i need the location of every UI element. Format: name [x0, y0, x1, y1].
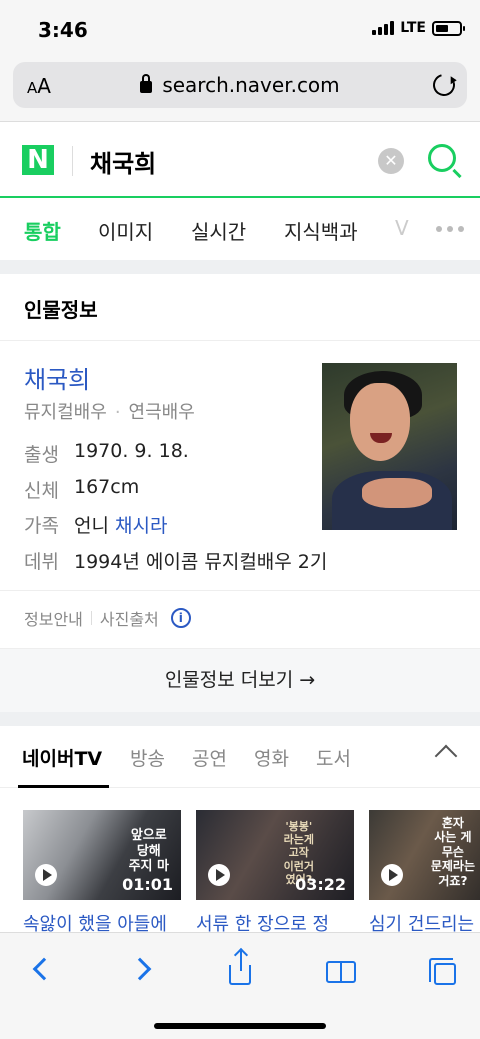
back-icon[interactable]	[26, 955, 56, 985]
family-relation: 언니	[74, 515, 109, 537]
active-tab-indicator	[18, 785, 109, 788]
status-bar: 3:46 LTE	[0, 0, 480, 58]
tab-naver-tv[interactable]: 네이버TV	[22, 744, 102, 771]
person-photo[interactable]	[322, 363, 457, 530]
family-name-link[interactable]: 채시라	[115, 511, 167, 538]
video-thumbnail[interactable]: 혼자 사는 게 무슨 문제라는 거죠? 0	[369, 810, 480, 900]
video-thumbnail[interactable]: 앞으로 당해 주지 마 01:01	[23, 810, 181, 900]
search-tabs: 통합 이미지 실시간 지식백과 V	[0, 200, 480, 260]
more-tabs-icon[interactable]	[436, 226, 464, 232]
body-label: 신체	[24, 480, 59, 502]
person-occupations: 뮤지컬배우 · 연극배우	[24, 398, 195, 424]
birth-row: 출생 1970. 9. 18.	[24, 440, 189, 467]
tab-realtime[interactable]: 실시간	[191, 216, 246, 245]
tab-movie[interactable]: 영화	[254, 744, 289, 771]
lock-icon	[140, 74, 153, 93]
play-icon	[35, 864, 57, 886]
naver-search-bar: N 채국희 ✕	[0, 122, 480, 198]
tab-video[interactable]: V	[395, 216, 409, 240]
tab-books[interactable]: 도서	[316, 744, 351, 771]
bookmarks-icon[interactable]	[326, 961, 356, 983]
tabs-icon[interactable]	[429, 958, 456, 985]
forward-icon[interactable]	[128, 955, 158, 985]
separator: ·	[114, 402, 121, 423]
debut-label: 데뷔	[24, 551, 59, 573]
birth-value: 1970. 9. 18.	[74, 440, 189, 462]
profile-more-button[interactable]: 인물정보 더보기 →	[0, 648, 480, 712]
naver-tv-tabs: 네이버TV 방송 공연 영화 도서	[0, 726, 480, 788]
section-gap	[0, 260, 480, 274]
divider	[0, 340, 480, 341]
video-duration: 01:01	[122, 875, 173, 894]
body-row: 신체 167cm	[24, 476, 139, 503]
search-input[interactable]: 채국희	[90, 144, 156, 179]
divider	[72, 146, 73, 176]
info-links: 정보안내 사진출처 i	[24, 606, 191, 630]
url-display[interactable]: search.naver.com	[13, 73, 467, 97]
profile-card: 인물정보 채국희 뮤지컬배우 · 연극배우 출생 1970. 9. 18. 신체 1…	[0, 274, 480, 712]
debut-value: 1994년 에이콤 뮤지컬배우 2기	[74, 551, 328, 573]
clear-icon[interactable]: ✕	[378, 148, 404, 174]
occupation: 뮤지컬배우	[24, 402, 107, 423]
url-text: search.naver.com	[162, 73, 340, 97]
video-caption: 혼자 사는 게 무슨 문제라는 거죠?	[430, 816, 475, 888]
signal-icon	[372, 21, 395, 35]
browser-address-area: AA search.naver.com	[0, 58, 480, 122]
browser-toolbar	[0, 932, 480, 1039]
tab-all[interactable]: 통합	[24, 216, 61, 245]
debut-row: 데뷔 1994년 에이콤 뮤지컬배우 2기	[24, 547, 327, 574]
play-icon	[381, 864, 403, 886]
separator	[90, 611, 92, 625]
status-icons: LTE	[372, 20, 465, 36]
divider	[0, 590, 480, 591]
video-list: 앞으로 당해 주지 마 01:01 '봉봉' 라는게 고작 이런거 였어? 03…	[0, 810, 480, 940]
video-thumbnail[interactable]: '봉봉' 라는게 고작 이런거 였어? 03:22	[196, 810, 354, 900]
home-indicator[interactable]	[154, 1023, 326, 1029]
info-guide-link[interactable]: 정보안내	[24, 606, 83, 630]
search-icon[interactable]	[428, 144, 456, 172]
battery-icon	[432, 20, 465, 36]
section-title: 인물정보	[24, 298, 98, 322]
share-icon[interactable]	[229, 951, 251, 985]
tab-broadcast[interactable]: 방송	[130, 744, 165, 771]
birth-label: 출생	[24, 444, 59, 466]
tab-performance[interactable]: 공연	[192, 744, 227, 771]
play-icon	[208, 864, 230, 886]
family-row: 가족 언니 채시라	[24, 511, 167, 538]
body-value: 167cm	[74, 476, 140, 498]
section-gap	[0, 712, 480, 726]
clock: 3:46	[38, 18, 88, 42]
naver-logo[interactable]: N	[22, 145, 54, 175]
tab-encyclopedia[interactable]: 지식백과	[284, 216, 358, 245]
occupation: 연극배우	[128, 402, 195, 423]
address-bar[interactable]: AA search.naver.com	[13, 62, 467, 108]
tab-images[interactable]: 이미지	[98, 216, 153, 245]
info-icon[interactable]: i	[170, 608, 191, 628]
chevron-up-icon[interactable]	[434, 744, 458, 768]
video-caption: 앞으로 당해 주지 마	[128, 828, 169, 875]
person-name-link[interactable]: 채국희	[24, 360, 90, 395]
network-type: LTE	[400, 20, 426, 36]
photo-source-link[interactable]: 사진출처	[100, 606, 159, 630]
video-duration: 03:22	[295, 875, 346, 894]
family-label: 가족	[24, 515, 59, 537]
